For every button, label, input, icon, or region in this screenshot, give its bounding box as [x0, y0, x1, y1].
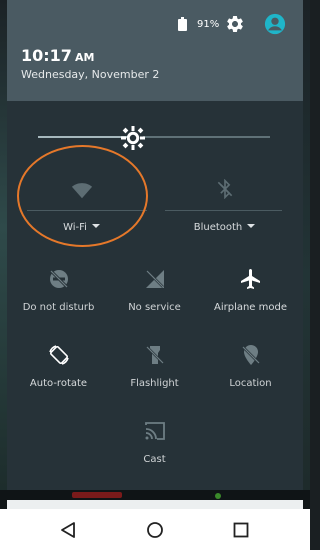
do-not-disturb-icon	[49, 269, 68, 289]
recent-apps-icon[interactable]	[232, 521, 250, 539]
navigation-bar	[0, 509, 310, 550]
battery-percentage: 91%	[197, 19, 220, 30]
notification-header: 91% 10:17 AM Wednesday, November 2	[7, 0, 303, 101]
bluetooth-divider	[165, 210, 282, 211]
clock-ampm: AM	[74, 51, 95, 64]
settings-icon[interactable]	[225, 14, 245, 34]
location-off-icon	[241, 345, 260, 365]
brightness-slider-thumb[interactable]	[120, 125, 146, 151]
cast-icon	[144, 422, 165, 440]
brightness-track-filled	[38, 136, 133, 138]
bluetooth-label-text: Bluetooth	[193, 222, 243, 233]
no-service-icon	[145, 270, 164, 288]
auto-rotate-icon	[48, 345, 69, 365]
tile-auto-rotate[interactable]: Auto-rotate	[9, 343, 108, 393]
location-label: Location	[229, 378, 272, 389]
tile-cast[interactable]: Cast	[105, 419, 204, 469]
bluetooth-label: Bluetooth	[175, 222, 274, 233]
tile-do-not-disturb[interactable]: Do not disturb	[9, 267, 108, 317]
bluetooth-off-icon	[217, 179, 232, 199]
home-icon[interactable]	[145, 520, 165, 540]
clock: 10:17 AM	[21, 46, 94, 65]
wallpaper-green-dot	[215, 493, 221, 499]
chevron-down-icon[interactable]	[247, 224, 256, 228]
tile-bluetooth[interactable]: Bluetooth	[175, 179, 274, 239]
tile-flashlight[interactable]: Flashlight	[105, 343, 204, 393]
airplane-icon	[240, 269, 260, 289]
tile-location[interactable]: Location	[201, 343, 300, 393]
tile-no-service[interactable]: No service	[105, 267, 204, 317]
battery-icon	[178, 17, 187, 31]
cast-label: Cast	[143, 454, 166, 465]
flashlight-label: Flashlight	[130, 378, 179, 389]
account-icon[interactable]	[264, 13, 286, 35]
back-icon[interactable]	[58, 520, 78, 540]
airplane-label: Airplane mode	[213, 302, 287, 313]
tile-airplane-mode[interactable]: Airplane mode	[201, 267, 300, 317]
next-notification-peek	[7, 500, 303, 509]
quick-settings-panel: Wi-Fi Bluetooth Do not disturb No servic…	[7, 101, 303, 490]
dnd-label: Do not disturb	[22, 302, 95, 313]
auto-rotate-label: Auto-rotate	[29, 378, 88, 389]
wallpaper-right	[302, 0, 310, 505]
flashlight-icon	[145, 346, 164, 364]
brightness-track	[143, 136, 270, 138]
wallpaper-red-shape	[72, 492, 122, 498]
no-service-label: No service	[128, 302, 181, 313]
date-label: Wednesday, November 2	[21, 68, 160, 81]
highlight-circle-annotation	[17, 145, 148, 247]
clock-time: 10:17	[21, 46, 72, 65]
